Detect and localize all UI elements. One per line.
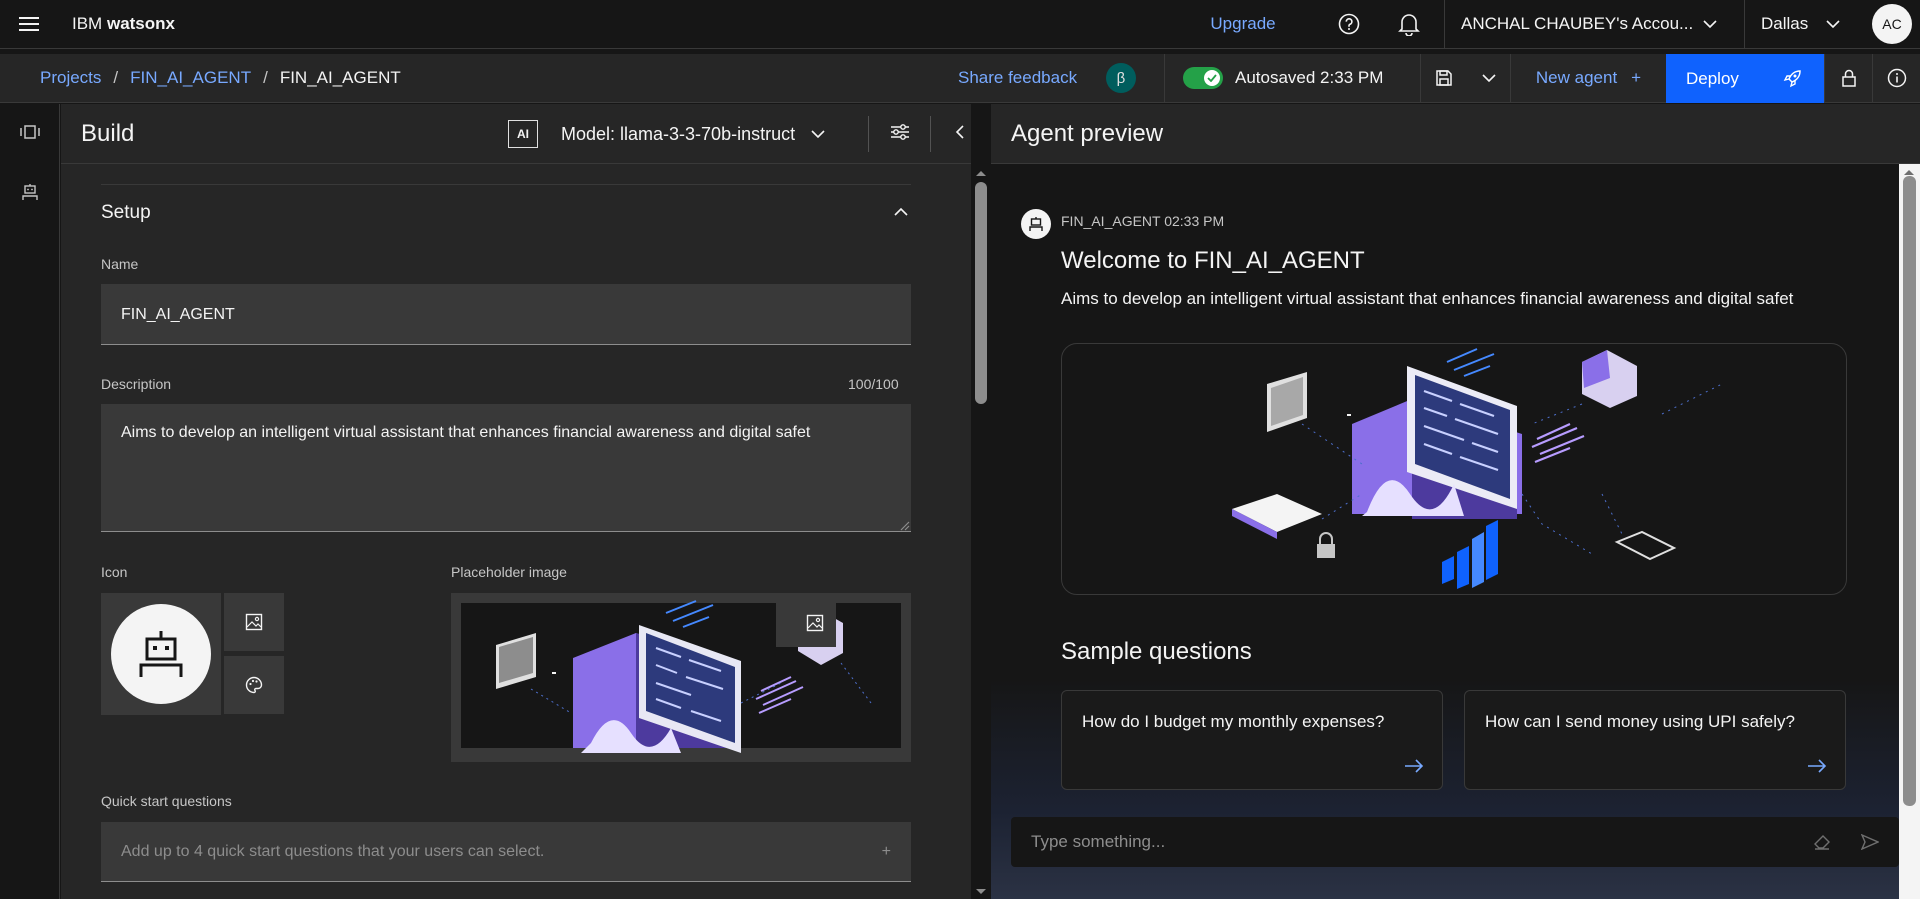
- robot-icon: [111, 604, 211, 704]
- breadcrumb-separator: /: [263, 68, 268, 87]
- folder-illustration: [1267, 372, 1307, 432]
- product-name[interactable]: IBM watsonx: [72, 0, 175, 48]
- quick-start-input[interactable]: Add up to 4 quick start questions that y…: [101, 822, 911, 882]
- bar-chart-illustration: [1442, 520, 1498, 589]
- region-name: Dallas: [1761, 14, 1809, 33]
- chevron-down-icon: [811, 130, 825, 139]
- welcome-description: Aims to develop an intelligent virtual a…: [1061, 289, 1794, 308]
- autosave-toggle[interactable]: [1183, 67, 1223, 89]
- build-scrollbar-thumb[interactable]: [975, 182, 987, 404]
- left-rail: [0, 104, 60, 899]
- sample-questions-title: Sample questions: [1061, 638, 1252, 665]
- description-label: Description: [101, 376, 172, 392]
- add-icon: +: [1631, 68, 1642, 87]
- eraser-icon[interactable]: [1813, 834, 1831, 850]
- model-label: Model: llama-3-3-70b-instruct: [561, 123, 796, 144]
- user-avatar[interactable]: AC: [1872, 4, 1912, 44]
- sample-question-text: How do I budget my monthly expenses?: [1082, 712, 1385, 731]
- message-meta: FIN_AI_AGENT 02:33 PM: [1061, 213, 1225, 229]
- model-selector[interactable]: Model: llama-3-3-70b-instruct: [561, 104, 825, 164]
- resize-handle-icon[interactable]: [900, 521, 910, 531]
- chevron-down-icon: [1826, 20, 1840, 29]
- setup-section-title[interactable]: Setup: [101, 202, 151, 224]
- save-icon[interactable]: [1435, 69, 1453, 87]
- region-switcher[interactable]: Dallas: [1744, 0, 1866, 48]
- image-icon: [806, 614, 824, 632]
- ai-badge: AI: [508, 120, 538, 148]
- quick-start-label: Quick start questions: [101, 793, 232, 809]
- welcome-title: Welcome to FIN_AI_AGENT: [1061, 247, 1365, 274]
- agent-avatar: [1021, 209, 1051, 239]
- arrow-right-icon: [1405, 759, 1424, 773]
- autosave-status: Autosaved 2:33 PM: [1164, 54, 1383, 102]
- settings-sliders-icon[interactable]: [880, 112, 920, 152]
- breadcrumb-separator: /: [113, 68, 119, 87]
- deploy-button[interactable]: Deploy: [1666, 54, 1824, 103]
- info-icon[interactable]: [1872, 54, 1920, 102]
- robot-icon: [1029, 217, 1043, 231]
- name-label: Name: [101, 256, 139, 272]
- chat-input-placeholder: Type something...: [1031, 832, 1166, 851]
- hero-illustration: [1061, 343, 1847, 595]
- breadcrumb: Projects / FIN_AI_AGENT / FIN_AI_AGENT: [40, 54, 401, 102]
- checkmark-icon: [1204, 70, 1220, 86]
- save-menu-button[interactable]: [1420, 54, 1510, 102]
- header-divider: [930, 116, 931, 152]
- icon-label: Icon: [101, 564, 128, 580]
- collapse-panel-icon[interactable]: [940, 112, 980, 152]
- chevron-down-icon: [1703, 20, 1717, 29]
- add-icon[interactable]: +: [882, 822, 891, 881]
- description-char-count: 100/100: [848, 376, 899, 392]
- sample-question-card[interactable]: How do I budget my monthly expenses?: [1061, 690, 1443, 790]
- breadcrumb-projects[interactable]: Projects: [40, 68, 101, 88]
- name-field[interactable]: FIN_AI_AGENT: [101, 284, 911, 345]
- upload-image-button[interactable]: [224, 593, 284, 651]
- beta-badge: β: [1106, 63, 1136, 93]
- description-field[interactable]: Aims to develop an intelligent virtual a…: [101, 404, 911, 532]
- preview-scrollbar-thumb[interactable]: [1903, 176, 1916, 806]
- help-icon[interactable]: [1319, 0, 1379, 48]
- header-divider: [868, 116, 869, 152]
- sample-question-card[interactable]: How can I send money using UPI safely?: [1464, 690, 1846, 790]
- chevron-up-icon[interactable]: [894, 207, 908, 217]
- book-illustration: [1232, 494, 1322, 539]
- account-switcher[interactable]: ANCHAL CHAUBEY's Accou...: [1444, 0, 1744, 48]
- brand-name: watsonx: [106, 14, 175, 33]
- lock-illustration: [1317, 532, 1335, 558]
- change-placeholder-image-button[interactable]: [785, 593, 845, 653]
- rocket-icon: [1783, 69, 1801, 87]
- arrow-right-icon: [1808, 759, 1827, 773]
- share-feedback-link[interactable]: Share feedback: [958, 54, 1077, 102]
- menu-icon[interactable]: [0, 0, 58, 48]
- new-agent-button[interactable]: New agent +: [1510, 54, 1666, 102]
- placeholder-image-preview: [451, 593, 911, 762]
- agent-icon[interactable]: [0, 166, 60, 218]
- breadcrumb-current: FIN_AI_AGENT: [279, 68, 401, 87]
- new-agent-label: New agent: [1535, 68, 1618, 87]
- quick-start-placeholder: Add up to 4 quick start questions that y…: [121, 843, 545, 860]
- carousel-icon[interactable]: [0, 106, 60, 158]
- build-title: Build: [81, 120, 135, 147]
- chat-input[interactable]: Type something...: [1011, 817, 1899, 867]
- notification-bell-icon[interactable]: [1379, 0, 1439, 48]
- color-palette-button[interactable]: [224, 656, 284, 714]
- agent-icon-preview: [101, 593, 221, 715]
- tablet-illustration: [1614, 530, 1677, 561]
- account-name: ANCHAL CHAUBEY's Accou...: [1461, 14, 1694, 33]
- sample-question-text: How can I send money using UPI safely?: [1485, 712, 1795, 731]
- placeholder-image-label: Placeholder image: [451, 564, 567, 580]
- upgrade-link[interactable]: Upgrade: [1190, 0, 1296, 48]
- chevron-down-icon[interactable]: [1482, 73, 1496, 83]
- brand-prefix: IBM: [72, 14, 103, 33]
- breadcrumb-project[interactable]: FIN_AI_AGENT: [130, 68, 251, 88]
- preview-title: Agent preview: [1011, 120, 1164, 147]
- palette-icon: [245, 676, 263, 694]
- image-icon: [245, 613, 263, 631]
- lock-icon[interactable]: [1824, 54, 1872, 102]
- deploy-label: Deploy: [1686, 68, 1739, 88]
- server-illustration: [1582, 350, 1637, 408]
- autosave-label: Autosaved 2:33 PM: [1235, 68, 1384, 87]
- send-icon[interactable]: [1861, 834, 1879, 850]
- section-divider: [101, 184, 911, 185]
